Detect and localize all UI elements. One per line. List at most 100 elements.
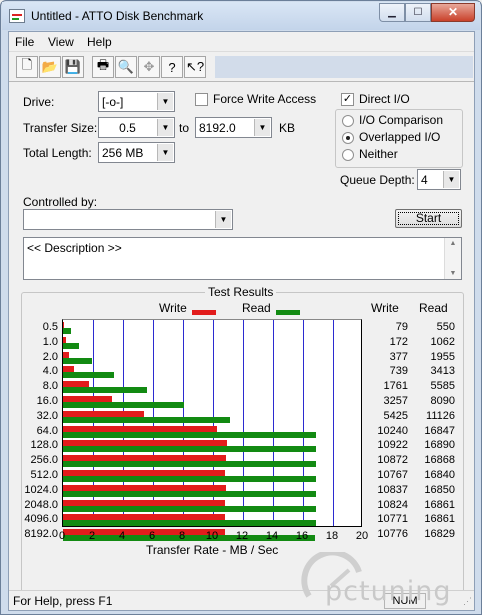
gridline [333,320,334,526]
controlled-by-label: Controlled by: [23,195,98,209]
legend-write-label: Write [159,301,187,315]
app-icon [9,9,25,23]
unit-label: KB [279,121,296,135]
io-comparison-radio[interactable] [342,115,354,127]
read-bar [63,342,79,349]
read-value: 11126 [426,409,455,422]
y-category-label: 1024.0 [24,483,58,496]
read-bar [63,357,93,364]
move-icon[interactable]: ✥ [138,56,160,78]
controlled-by-select[interactable]: ▼ [23,209,233,230]
start-button[interactable]: Start [395,209,462,228]
window-title: Untitled - ATTO Disk Benchmark [31,9,204,23]
write-value: 10824 [377,498,408,511]
read-bar [63,328,72,334]
pctuning-watermark: pctuning [301,552,476,612]
title-bar[interactable]: Untitled - ATTO Disk Benchmark ▁ ☐ ✕ [2,2,480,30]
description-box[interactable]: << Description >> ▲ ▼ [23,237,462,280]
queue-depth-select[interactable]: 4 ▼ [417,169,461,190]
read-value: 550 [436,321,455,333]
x-axis-label: Transfer Rate - MB / Sec [146,543,279,557]
read-bar [63,520,316,527]
menu-file[interactable]: File [15,35,34,49]
legend-read-swatch [276,310,300,315]
chevron-down-icon[interactable]: ▼ [215,211,231,228]
transfer-from-select[interactable]: 0.5 ▼ [98,117,175,138]
open-icon[interactable]: 📂 [39,56,61,78]
drive-select[interactable]: [-o-] ▼ [98,91,175,112]
minimize-button[interactable]: ▁ [379,3,405,22]
help-icon[interactable]: ? [161,56,183,78]
drive-value: [-o-] [102,95,124,109]
force-write-checkbox[interactable] [195,93,208,106]
y-category-label: 128.0 [30,439,58,452]
read-value: 1062 [430,335,455,348]
client-area: File View Help 🗋 📂 💾 🖶 🔍 ✥ ? ↖? Drive: [… [8,31,475,611]
menu-view[interactable]: View [48,35,74,49]
context-help-icon[interactable]: ↖? [184,56,206,78]
chevron-down-icon[interactable]: ▼ [443,171,459,188]
description-scrollbar[interactable]: ▲ ▼ [444,238,461,279]
y-category-label: 64.0 [36,424,58,437]
chevron-down-icon[interactable]: ▼ [254,119,270,136]
y-category-label: 512.0 [30,469,58,481]
direct-io-label[interactable]: Direct I/O [359,92,410,106]
y-category-label: 2048.0 [24,498,58,511]
watermark-text: pctuning [325,576,452,607]
read-value: 16829 [424,528,455,541]
write-value: 377 [389,350,408,363]
read-value: 16861 [424,513,455,526]
legend-read-label: Read [242,301,271,315]
print-preview-icon[interactable]: 🔍 [115,56,137,78]
transfer-to-select[interactable]: 8192.0 ▼ [195,117,272,138]
save-icon[interactable]: 💾 [62,56,84,78]
maximize-button[interactable]: ☐ [405,3,431,22]
app-window: Untitled - ATTO Disk Benchmark ▁ ☐ ✕ Fil… [0,0,482,615]
overlapped-io-radio[interactable] [342,132,354,144]
description-text: << Description >> [27,241,122,255]
to-label: to [179,121,190,135]
force-write-label[interactable]: Force Write Access [213,92,316,106]
read-value: 16840 [424,469,455,481]
print-icon[interactable]: 🖶 [92,56,114,78]
scroll-up-icon[interactable]: ▲ [445,240,461,247]
write-value: 1761 [383,380,408,393]
write-value: 3257 [383,395,408,407]
y-category-label: 2.0 [42,350,58,363]
y-category-label: 256.0 [30,454,58,467]
read-value: 16868 [424,454,455,467]
write-value: 10872 [377,454,408,467]
scroll-down-icon[interactable]: ▼ [445,270,461,277]
toolbar: 🗋 📂 💾 🖶 🔍 ✥ ? ↖? [9,52,474,82]
overlapped-io-label[interactable]: Overlapped I/O [359,130,440,144]
close-button[interactable]: ✕ [431,3,475,22]
write-value: 79 [395,321,408,333]
y-category-label: 4096.0 [24,513,58,526]
y-category-label: 4.0 [42,365,58,378]
y-category-label: 32.0 [36,409,58,422]
io-comparison-label[interactable]: I/O Comparison [359,113,443,127]
chevron-down-icon[interactable]: ▼ [157,119,173,136]
x-tick-label: 2 [88,530,96,542]
x-tick-label: 8 [178,530,186,542]
write-value: 10776 [377,528,408,541]
chevron-down-icon[interactable]: ▼ [157,144,173,161]
y-category-label: 0.5 [42,321,58,333]
total-length-select[interactable]: 256 MB ▼ [98,142,175,163]
x-tick-label: 12 [235,530,249,542]
new-icon[interactable]: 🗋 [16,56,38,78]
chevron-down-icon[interactable]: ▼ [157,93,173,110]
write-value: 10922 [377,439,408,452]
read-bar [63,505,316,512]
transfer-from-value: 0.5 [119,121,136,135]
x-tick-label: 16 [295,530,309,542]
total-length-label: Total Length: [23,146,92,160]
read-value: 16861 [424,498,455,511]
read-bar [63,461,317,468]
neither-label[interactable]: Neither [359,147,398,161]
menu-help[interactable]: Help [87,35,112,49]
status-text: For Help, press F1 [13,594,113,608]
read-value: 5585 [430,380,455,393]
direct-io-checkbox[interactable]: ✓ [341,93,354,106]
neither-radio[interactable] [342,149,354,161]
